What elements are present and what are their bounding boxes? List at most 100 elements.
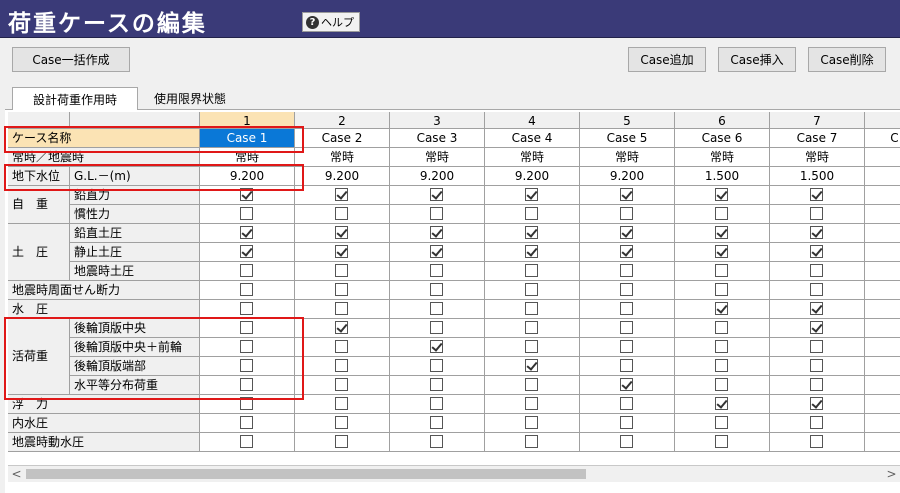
checkbox[interactable] [715,264,728,277]
checkbox[interactable] [810,264,823,277]
checkbox[interactable] [620,245,633,258]
checkbox[interactable] [525,302,538,315]
checkbox[interactable] [715,340,728,353]
checkbox[interactable] [810,340,823,353]
checkbox[interactable] [620,359,633,372]
checkbox[interactable] [715,226,728,239]
checkbox[interactable] [810,245,823,258]
checkbox[interactable] [810,321,823,334]
checkbox[interactable] [620,340,633,353]
checkbox[interactable] [240,283,253,296]
checkbox[interactable] [525,397,538,410]
checkbox[interactable] [620,435,633,448]
checkbox[interactable] [715,397,728,410]
case-name-cell[interactable]: Case 1 [200,129,295,148]
checkbox[interactable] [335,302,348,315]
checkbox[interactable] [430,207,443,220]
checkbox[interactable] [240,264,253,277]
checkbox[interactable] [620,416,633,429]
checkbox[interactable] [335,378,348,391]
checkbox[interactable] [335,416,348,429]
checkbox[interactable] [430,264,443,277]
checkbox[interactable] [810,226,823,239]
groundwater-cell[interactable]: 1.500 [770,167,865,186]
condition-cell[interactable]: 常時 [675,148,770,167]
checkbox[interactable] [715,416,728,429]
checkbox[interactable] [430,321,443,334]
checkbox[interactable] [335,321,348,334]
condition-cell-partial[interactable] [865,148,900,167]
column-header-6[interactable]: 6 [675,112,770,129]
scroll-right-icon[interactable]: > [883,466,900,482]
groundwater-cell[interactable]: 9.200 [390,167,485,186]
checkbox[interactable] [715,435,728,448]
checkbox[interactable] [810,188,823,201]
checkbox[interactable] [810,416,823,429]
condition-cell[interactable]: 常時 [770,148,865,167]
checkbox[interactable] [240,207,253,220]
checkbox[interactable] [240,188,253,201]
checkbox[interactable] [620,207,633,220]
condition-cell[interactable]: 常時 [200,148,295,167]
checkbox[interactable] [525,283,538,296]
case-name-cell[interactable]: Case 2 [295,129,390,148]
checkbox[interactable] [240,226,253,239]
checkbox[interactable] [240,416,253,429]
checkbox[interactable] [240,321,253,334]
checkbox[interactable] [810,435,823,448]
checkbox[interactable] [810,397,823,410]
checkbox[interactable] [430,435,443,448]
checkbox[interactable] [430,226,443,239]
condition-cell[interactable]: 常時 [580,148,675,167]
checkbox[interactable] [715,283,728,296]
horizontal-scrollbar[interactable]: < > [8,465,900,482]
checkbox[interactable] [335,435,348,448]
checkbox[interactable] [715,359,728,372]
column-header-4[interactable]: 4 [485,112,580,129]
checkbox[interactable] [525,207,538,220]
checkbox[interactable] [335,397,348,410]
checkbox[interactable] [620,378,633,391]
checkbox[interactable] [240,435,253,448]
checkbox[interactable] [810,302,823,315]
checkbox[interactable] [335,207,348,220]
checkbox[interactable] [335,283,348,296]
checkbox[interactable] [240,397,253,410]
checkbox[interactable] [715,378,728,391]
checkbox[interactable] [715,321,728,334]
checkbox[interactable] [715,188,728,201]
checkbox[interactable] [335,340,348,353]
checkbox[interactable] [525,188,538,201]
checkbox[interactable] [335,264,348,277]
add-case-button[interactable]: Case追加 [628,47,706,72]
checkbox[interactable] [335,188,348,201]
checkbox[interactable] [430,397,443,410]
case-name-cell-partial[interactable]: C [865,129,900,148]
checkbox[interactable] [335,245,348,258]
checkbox[interactable] [430,359,443,372]
groundwater-cell[interactable]: 9.200 [580,167,675,186]
groundwater-cell[interactable]: 9.200 [485,167,580,186]
checkbox[interactable] [525,340,538,353]
checkbox[interactable] [715,207,728,220]
checkbox[interactable] [525,378,538,391]
checkbox[interactable] [810,378,823,391]
case-name-cell[interactable]: Case 6 [675,129,770,148]
condition-cell[interactable]: 常時 [390,148,485,167]
checkbox[interactable] [620,321,633,334]
groundwater-cell[interactable]: 9.200 [295,167,390,186]
checkbox[interactable] [525,359,538,372]
checkbox[interactable] [335,226,348,239]
checkbox[interactable] [620,226,633,239]
tab-design-load[interactable]: 設計荷重作用時 [12,87,138,110]
checkbox[interactable] [430,340,443,353]
checkbox[interactable] [810,359,823,372]
checkbox[interactable] [240,378,253,391]
case-name-cell[interactable]: Case 4 [485,129,580,148]
checkbox[interactable] [810,283,823,296]
checkbox[interactable] [240,340,253,353]
scroll-left-icon[interactable]: < [8,466,25,482]
delete-case-button[interactable]: Case削除 [808,47,886,72]
checkbox[interactable] [430,416,443,429]
checkbox[interactable] [240,359,253,372]
